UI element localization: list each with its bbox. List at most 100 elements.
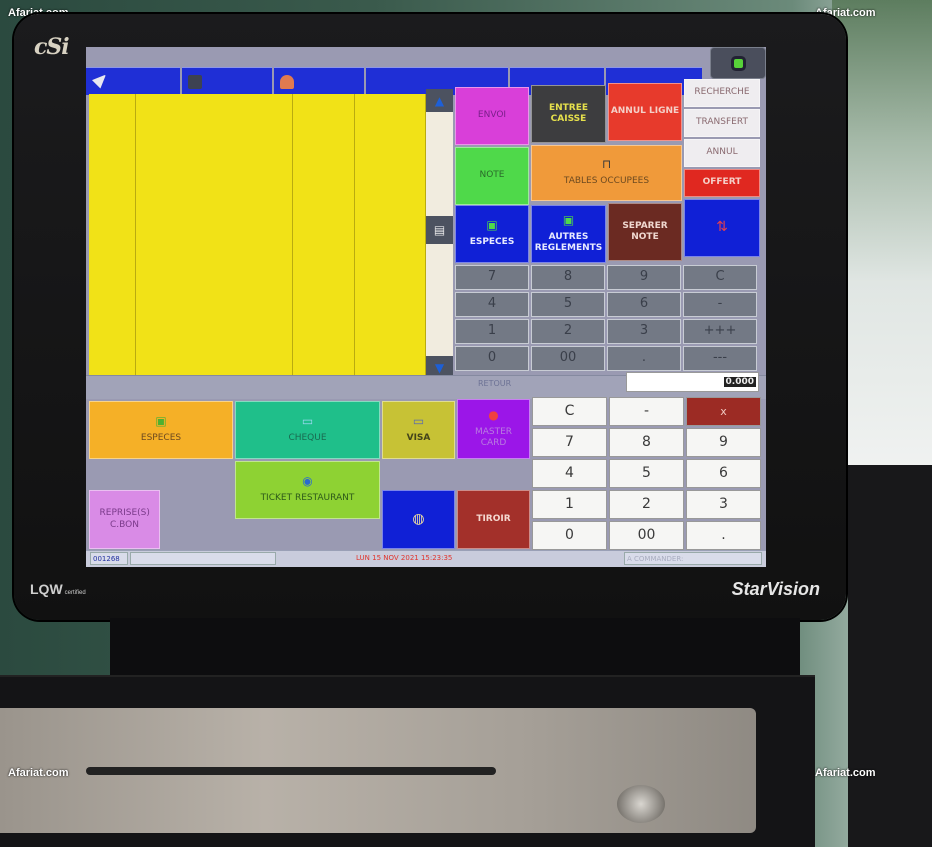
keypad-white-key[interactable]: 7 xyxy=(532,428,607,457)
envoi-button[interactable]: ENVOI xyxy=(455,87,529,145)
visa-card-icon: ▭ xyxy=(412,414,425,429)
keypad-multiply-key[interactable]: x xyxy=(686,397,761,426)
keypad-grey-key[interactable]: 1 xyxy=(455,319,529,344)
especes-payment-label: ESPECES xyxy=(140,433,182,444)
tab-3[interactable] xyxy=(274,67,364,95)
transfer-arrows-button[interactable]: ⇅ xyxy=(684,199,760,257)
keypad-white-key[interactable]: 5 xyxy=(609,459,684,488)
mastercard-icon: ● xyxy=(488,407,499,422)
keypad-white-key[interactable]: 8 xyxy=(609,428,684,457)
watermark-bottom-left: Afariat.com xyxy=(8,767,69,779)
keypad-white-key[interactable]: 3 xyxy=(686,490,761,519)
cheque-icon: ▭ xyxy=(301,414,314,429)
annul-ligne-label: ANNUL LIGNE xyxy=(610,106,680,117)
pause-icon xyxy=(188,74,202,89)
offert-label: OFFERT xyxy=(702,177,742,188)
annul-ligne-button[interactable]: ANNUL LIGNE xyxy=(608,83,682,141)
ticket-restaurant-button[interactable]: ◉ TICKET RESTAURANT xyxy=(235,461,380,519)
tables-occupees-button[interactable]: ⊓ TABLES OCCUPEES xyxy=(531,145,682,201)
brand-logo-starvision: StarVision xyxy=(731,579,820,599)
keypad-white-key[interactable]: 00 xyxy=(609,521,684,550)
print-button[interactable]: ▤ xyxy=(426,216,453,244)
transfert-label: TRANSFERT xyxy=(696,117,748,128)
keypad-white-key[interactable]: . xyxy=(686,521,761,550)
retour-label: RETOUR xyxy=(478,379,512,388)
globe-icon: ◉ xyxy=(302,474,313,489)
brand-logo-low: LQW certified xyxy=(30,581,86,597)
tiroir-label: TIROIR xyxy=(476,513,511,524)
background-window xyxy=(832,0,932,470)
keypad-white-key[interactable]: 4 xyxy=(532,459,607,488)
keypad-grey-key[interactable]: 4 xyxy=(455,292,529,317)
mastercard-payment-button[interactable]: ● MASTER CARD xyxy=(457,399,530,459)
waiter-icon xyxy=(280,74,294,89)
offert-button[interactable]: OFFERT xyxy=(684,169,760,197)
datetime-display: LUN 15 NOV 2021 15:23:35 xyxy=(356,554,453,562)
keypad-grey-key[interactable]: 0 xyxy=(455,346,529,371)
recherche-button[interactable]: RECHERCHE xyxy=(684,79,760,107)
keypad-grey-key[interactable]: . xyxy=(607,346,681,371)
keypad-white-key[interactable]: - xyxy=(609,397,684,426)
autres-reglements-button[interactable]: ▣ AUTRES REGLEMENTS xyxy=(531,205,606,263)
visa-payment-button[interactable]: ▭ VISA xyxy=(382,401,455,459)
keypad-grey-key[interactable]: 6 xyxy=(607,292,681,317)
keypad-grey-key[interactable]: C xyxy=(683,265,757,290)
status-message-box xyxy=(130,552,276,565)
transfert-button[interactable]: TRANSFERT xyxy=(684,109,760,137)
ticket-lines-area[interactable] xyxy=(89,94,426,376)
keypad-grey-key[interactable]: --- xyxy=(683,346,757,371)
drawer-slot xyxy=(86,767,496,775)
keypad-grey-key[interactable]: 00 xyxy=(531,346,605,371)
watermark-bottom-right: Afariat.com xyxy=(815,767,876,779)
note-label: NOTE xyxy=(479,170,505,181)
keypad-grey-key[interactable]: 9 xyxy=(607,265,681,290)
keypad-white-key[interactable]: 6 xyxy=(686,459,761,488)
arrow-down-icon: ▼ xyxy=(434,360,445,375)
keypad-white-key[interactable]: 0 xyxy=(532,521,607,550)
keypad-white-key[interactable]: C xyxy=(532,397,607,426)
separer-note-button[interactable]: SEPARER NOTE xyxy=(608,203,682,261)
envoi-label: ENVOI xyxy=(477,110,507,121)
tables-occupees-label: TABLES OCCUPEES xyxy=(563,176,650,187)
banknote-icon: ▣ xyxy=(155,414,167,429)
especes-payment-button[interactable]: ▣ ESPECES xyxy=(89,401,233,459)
a-commander-field: A COMMANDER: xyxy=(624,552,762,565)
autres-reglements-label: AUTRES REGLEMENTS xyxy=(534,231,603,253)
status-button[interactable] xyxy=(710,47,766,79)
annul-label: ANNUL xyxy=(706,147,738,158)
retour-amount-field[interactable]: 0.000 xyxy=(626,372,759,392)
keypad-white-key[interactable]: 2 xyxy=(609,490,684,519)
keypad-grey-key[interactable]: +++ xyxy=(683,319,757,344)
keypad-white-key[interactable]: 1 xyxy=(532,490,607,519)
ticket-scrollbar[interactable]: ▲ ▤ ▼ xyxy=(426,89,453,379)
tiroir-button[interactable]: TIROIR xyxy=(457,490,530,549)
ticket-column xyxy=(355,94,426,376)
entree-caisse-button[interactable]: ENTREE CAISSE xyxy=(531,85,606,143)
tip-button[interactable]: ◍ xyxy=(382,490,455,549)
bird-icon xyxy=(92,74,106,89)
ticket-column xyxy=(136,94,293,376)
tab-2[interactable] xyxy=(182,67,272,95)
ticket-restaurant-label: TICKET RESTAURANT xyxy=(260,493,355,504)
scroll-up-button[interactable]: ▲ xyxy=(426,89,453,112)
cheque-payment-label: CHEQUE xyxy=(288,433,327,444)
entree-caisse-label: ENTREE CAISSE xyxy=(548,102,589,124)
annul-button[interactable]: ANNUL xyxy=(684,139,760,167)
cheque-payment-button[interactable]: ▭ CHEQUE xyxy=(235,401,380,459)
keypad-grey-key[interactable]: 2 xyxy=(531,319,605,344)
note-button[interactable]: NOTE xyxy=(455,147,529,205)
brand-low-sub: certified xyxy=(64,590,86,596)
ticket-column xyxy=(293,94,355,376)
reprise-cbon-button[interactable]: REPRISE(S) C.BON xyxy=(89,490,160,549)
keypad-grey-key[interactable]: 8 xyxy=(531,265,605,290)
keypad-white-key[interactable]: 9 xyxy=(686,428,761,457)
banknote-icon: ▣ xyxy=(486,218,498,233)
brand-low-text: LQW xyxy=(30,581,63,597)
keypad-grey-key[interactable]: 5 xyxy=(531,292,605,317)
keypad-grey-key[interactable]: 7 xyxy=(455,265,529,290)
keypad-grey-key[interactable]: - xyxy=(683,292,757,317)
pos-screen: ▲ ▤ ▼ ENVOI ENTREE CAISSE ANNUL LIGNE RE… xyxy=(86,47,766,567)
keypad-grey-key[interactable]: 3 xyxy=(607,319,681,344)
especes-action-button[interactable]: ▣ ESPECES xyxy=(455,205,529,263)
tab-1[interactable] xyxy=(86,67,180,95)
